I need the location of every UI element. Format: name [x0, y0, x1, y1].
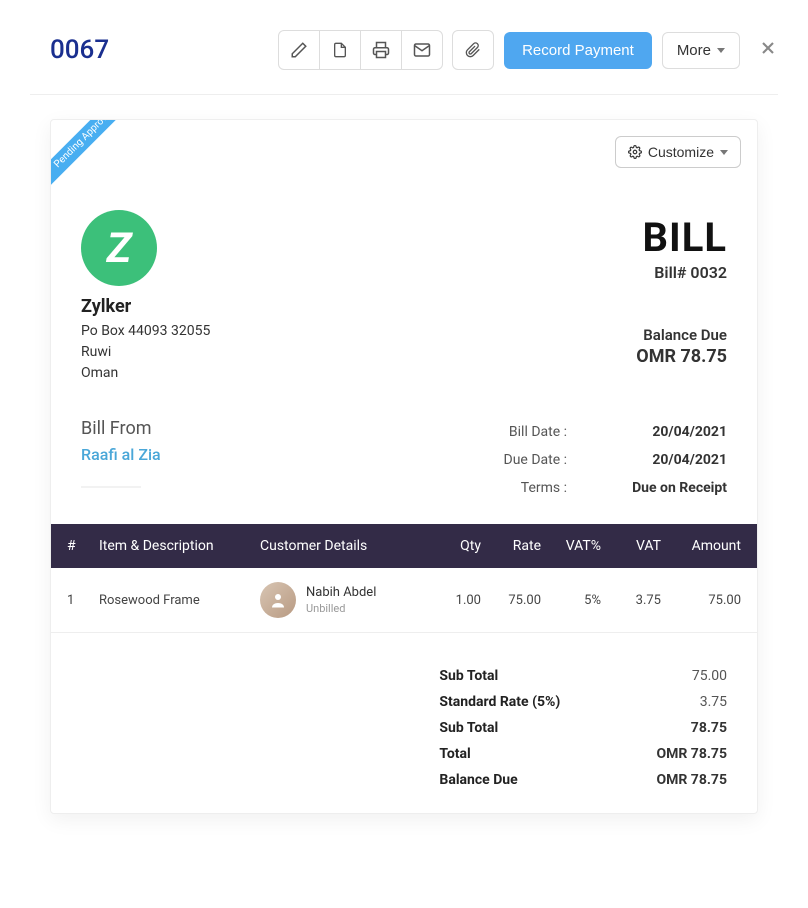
- avatar: [260, 582, 296, 618]
- total-row: Total OMR 78.75: [339, 741, 727, 767]
- header-bar: 0067 Record Payment More: [30, 20, 778, 95]
- customer-text-block: Nabih Abdel Unbilled: [306, 585, 376, 615]
- totals-block: Sub Total 75.00 Standard Rate (5%) 3.75 …: [339, 663, 727, 793]
- customer-status: Unbilled: [306, 602, 376, 615]
- mail-icon: [413, 41, 431, 59]
- subtotal-row-1: Sub Total 75.00: [339, 663, 727, 689]
- balance-due-summary-label: Balance Due: [439, 772, 517, 788]
- customize-label: Customize: [648, 144, 714, 160]
- balance-due-amount: OMR 78.75: [636, 346, 727, 367]
- balance-due-row: Balance Due OMR 78.75: [339, 767, 727, 793]
- bill-from-block: Bill From Raafi al Zia: [81, 418, 161, 502]
- close-icon: [758, 38, 778, 58]
- company-name: Zylker: [81, 296, 210, 317]
- cell-rate: 75.00: [481, 593, 541, 608]
- section-divider: [81, 482, 141, 488]
- cell-vat: 3.75: [601, 593, 661, 608]
- bill-title-block: BILL Bill# 0032 Balance Due OMR 78.75: [636, 214, 727, 384]
- cell-description: Rosewood Frame: [99, 593, 260, 608]
- balance-block: Balance Due OMR 78.75: [636, 326, 727, 367]
- subtotal-2-value: 78.75: [617, 720, 727, 736]
- terms-value: Due on Receipt: [597, 480, 727, 496]
- company-logo: Z: [81, 210, 157, 286]
- bill-from-label: Bill From: [81, 418, 161, 439]
- company-block: Z Zylker Po Box 44093 32055 Ruwi Oman: [81, 210, 210, 384]
- status-ribbon: Pending Approval: [50, 119, 150, 205]
- bill-date-value: 20/04/2021: [597, 424, 727, 440]
- col-rate: Rate: [481, 538, 541, 554]
- edit-button[interactable]: [278, 30, 320, 70]
- printer-icon: [372, 41, 390, 59]
- table-header: # Item & Description Customer Details Qt…: [51, 524, 757, 568]
- cell-amount: 75.00: [661, 593, 741, 608]
- bill-from-name[interactable]: Raafi al Zia: [81, 445, 161, 464]
- terms-label: Terms :: [462, 480, 567, 496]
- bill-title: BILL: [636, 214, 727, 261]
- line-items-table: # Item & Description Customer Details Qt…: [51, 524, 757, 633]
- customize-button[interactable]: Customize: [615, 136, 741, 168]
- bill-card: Pending Approval Customize Z Zylker Po B…: [50, 119, 758, 814]
- col-hash: #: [67, 538, 99, 554]
- standard-rate-value: 3.75: [617, 694, 727, 710]
- email-button[interactable]: [401, 30, 443, 70]
- col-vat: VAT: [601, 538, 661, 554]
- col-customer: Customer Details: [260, 538, 421, 554]
- subtotal-value: 75.00: [617, 668, 727, 684]
- more-button[interactable]: More: [662, 32, 740, 69]
- gear-icon: [628, 145, 642, 159]
- balance-due-summary-value: OMR 78.75: [617, 772, 727, 788]
- address-line-2: Ruwi: [81, 342, 210, 363]
- subtotal-label: Sub Total: [439, 668, 498, 684]
- mid-section: Bill From Raafi al Zia Bill Date : 20/04…: [81, 418, 727, 502]
- due-date-row: Due Date : 20/04/2021: [462, 446, 727, 474]
- total-value: OMR 78.75: [617, 746, 727, 762]
- print-button[interactable]: [360, 30, 402, 70]
- balance-due-label: Balance Due: [636, 326, 727, 344]
- standard-rate-row: Standard Rate (5%) 3.75: [339, 689, 727, 715]
- cell-row-number: 1: [67, 593, 99, 608]
- col-desc: Item & Description: [99, 538, 260, 554]
- close-button[interactable]: [750, 37, 778, 63]
- cell-qty: 1.00: [421, 593, 481, 608]
- table-row: 1 Rosewood Frame Nabih Abdel Unbilled 1.…: [51, 568, 757, 633]
- col-vat-percent: VAT%: [541, 538, 601, 554]
- terms-row: Terms : Due on Receipt: [462, 474, 727, 502]
- logo-letter: Z: [107, 224, 132, 273]
- due-date-label: Due Date :: [462, 452, 567, 468]
- col-amount: Amount: [661, 538, 741, 554]
- cell-vat-percent: 5%: [541, 593, 601, 608]
- standard-rate-label: Standard Rate (5%): [439, 694, 560, 710]
- doc-number: 0067: [50, 35, 109, 65]
- pencil-icon: [290, 41, 308, 59]
- record-payment-button[interactable]: Record Payment: [504, 32, 652, 69]
- bill-number: Bill# 0032: [636, 263, 727, 282]
- meta-rows: Bill Date : 20/04/2021 Due Date : 20/04/…: [462, 418, 727, 502]
- more-label: More: [677, 42, 711, 59]
- subtotal-2-label: Sub Total: [439, 720, 498, 736]
- address-line-3: Oman: [81, 363, 210, 384]
- person-icon: [269, 591, 287, 609]
- bill-date-label: Bill Date :: [462, 424, 567, 440]
- action-button-group: [278, 30, 443, 70]
- cell-customer: Nabih Abdel Unbilled: [260, 582, 421, 618]
- caret-down-icon: [720, 150, 728, 155]
- due-date-value: 20/04/2021: [597, 452, 727, 468]
- attach-button[interactable]: [452, 30, 494, 70]
- paperclip-icon: [465, 41, 481, 59]
- subtotal-row-2: Sub Total 78.75: [339, 715, 727, 741]
- total-label: Total: [439, 746, 470, 762]
- col-qty: Qty: [421, 538, 481, 554]
- address-line-1: Po Box 44093 32055: [81, 321, 210, 342]
- customer-name: Nabih Abdel: [306, 585, 376, 600]
- toolbar: Record Payment More: [278, 30, 778, 70]
- pdf-button[interactable]: [319, 30, 361, 70]
- caret-down-icon: [717, 48, 725, 53]
- bill-date-row: Bill Date : 20/04/2021: [462, 418, 727, 446]
- pdf-icon: [332, 41, 348, 59]
- top-section: Z Zylker Po Box 44093 32055 Ruwi Oman BI…: [81, 210, 727, 384]
